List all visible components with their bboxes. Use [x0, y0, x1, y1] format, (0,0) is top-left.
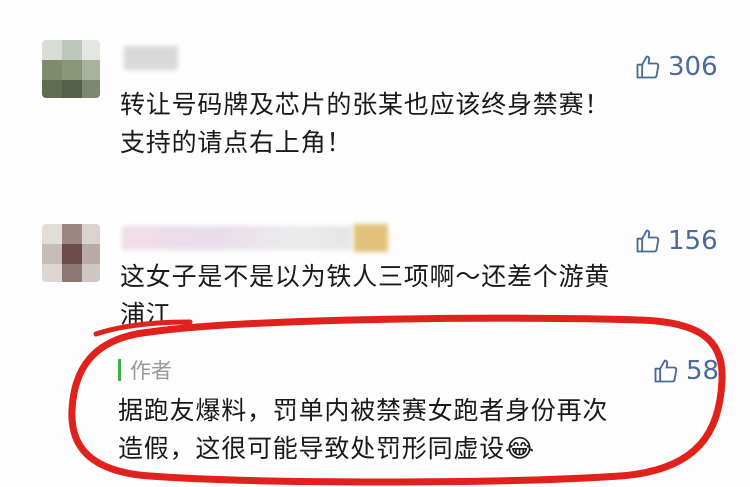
reply-text: 据跑友爆料，罚单内被禁赛女跑者身份再次 造假，这很可能导致处罚形同虚设😂	[118, 396, 609, 463]
avatar[interactable]	[42, 40, 100, 98]
like-button[interactable]: 156	[634, 226, 718, 256]
author-marker	[118, 359, 121, 381]
comment-text: 转让号码牌及芯片的张某也应该终身禁赛！ 支持的请点右上角！	[120, 90, 611, 157]
thumbs-up-icon	[636, 55, 660, 79]
thumbs-up-icon	[654, 359, 678, 383]
laughing-tears-emoji: 😂	[505, 434, 536, 463]
author-label: 作者	[130, 359, 172, 383]
like-count: 306	[668, 52, 718, 82]
thumbs-up-icon	[636, 229, 660, 253]
reply-like-button[interactable]: 58	[652, 356, 719, 386]
avatar[interactable]	[42, 224, 100, 282]
like-count: 58	[686, 356, 720, 386]
username-blurred[interactable]	[122, 226, 352, 250]
reply-author[interactable]: 作者	[118, 355, 172, 385]
like-count: 156	[668, 226, 718, 256]
user-badge-blurred	[354, 224, 388, 252]
username-blurred[interactable]	[124, 46, 178, 70]
comment-text: 这女子是不是以为铁人三项啊～还差个游黄 浦江	[120, 262, 611, 329]
comment-section: 306 转让号码牌及芯片的张某也应该终身禁赛！ 支持的请点右上角！ 156 这女…	[0, 0, 750, 487]
like-button[interactable]: 306	[634, 52, 718, 82]
